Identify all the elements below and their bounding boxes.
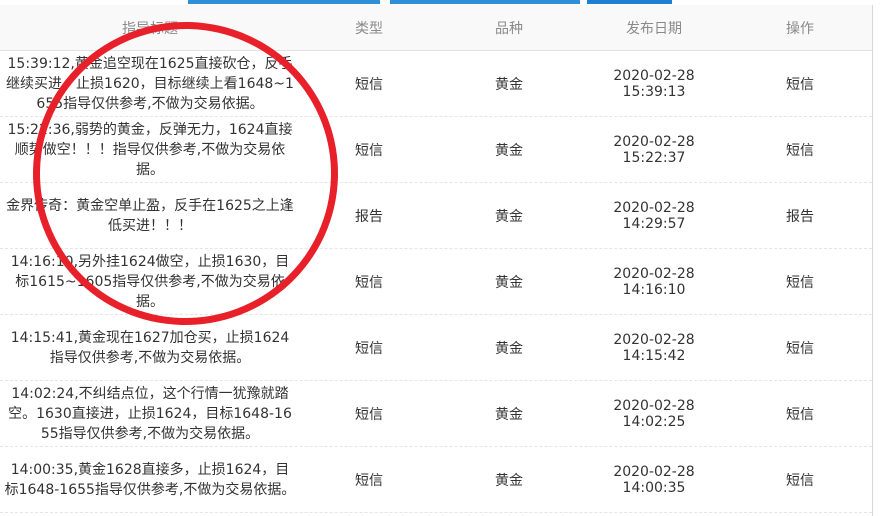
row-kind: 黄金 <box>495 406 523 423</box>
row-type: 报告 <box>355 208 383 225</box>
row-date: 2020-02-28 14:00:35 <box>613 463 695 496</box>
table-header: 指导标题 类型 品种 发布日期 操作 <box>0 5 872 51</box>
header-kind: 品种 <box>495 20 523 37</box>
row-op-link[interactable]: 短信 <box>728 140 872 160</box>
header-title: 指导标题 <box>122 20 178 37</box>
row-title[interactable]: 14:16:10,另外挂1624做空，止损1630，目标1615~1605指导仅… <box>0 252 300 312</box>
header-date: 发布日期 <box>626 20 682 37</box>
row-op-link[interactable]: 短信 <box>728 404 872 424</box>
top-tab-1[interactable] <box>188 0 380 4</box>
top-tab-2[interactable] <box>390 0 580 4</box>
row-title[interactable]: 14:00:35,黄金1628直接多，止损1624，目标1648-1655指导仅… <box>0 460 300 500</box>
row-date: 2020-02-28 14:16:10 <box>613 265 695 298</box>
row-type: 短信 <box>355 76 383 93</box>
row-title[interactable]: 14:15:41,黄金现在1627加仓买，止损1624指导仅供参考,不做为交易依… <box>0 328 300 368</box>
table-row: 14:15:41,黄金现在1627加仓买，止损1624指导仅供参考,不做为交易依… <box>0 315 872 381</box>
row-date: 2020-02-28 14:02:25 <box>613 397 695 430</box>
guidance-table: 指导标题 类型 品种 发布日期 操作 15:39:12,黄金追空现在1625直接… <box>0 5 873 516</box>
row-date: 2020-02-28 15:39:13 <box>613 67 695 100</box>
row-kind: 黄金 <box>495 142 523 159</box>
row-op-link[interactable]: 短信 <box>728 470 872 490</box>
row-kind: 黄金 <box>495 208 523 225</box>
page: 指导标题 类型 品种 发布日期 操作 15:39:12,黄金追空现在1625直接… <box>0 0 880 516</box>
table-row: 金界传奇：黄金空单止盈，反手在1625之上逢低买进！！！ 报告 黄金 2020-… <box>0 183 872 249</box>
row-title[interactable]: 金界传奇：黄金空单止盈，反手在1625之上逢低买进！！！ <box>0 196 300 236</box>
table-row: 14:02:24,不纠结点位，这个行情一犹豫就踏空。1630直接进，止损1624… <box>0 381 872 447</box>
row-date: 2020-02-28 14:15:42 <box>613 331 695 364</box>
row-op-link[interactable]: 短信 <box>728 272 872 292</box>
row-type: 短信 <box>355 406 383 423</box>
row-type: 短信 <box>355 142 383 159</box>
row-title[interactable]: 14:02:24,不纠结点位，这个行情一犹豫就踏空。1630直接进，止损1624… <box>0 384 300 444</box>
table-row: 14:16:10,另外挂1624做空，止损1630，目标1615~1605指导仅… <box>0 249 872 315</box>
row-op-link[interactable]: 短信 <box>728 74 872 94</box>
row-date: 2020-02-28 14:29:57 <box>613 199 695 232</box>
row-title[interactable]: 15:39:12,黄金追空现在1625直接砍仓，反手继续买进，止损1620，目标… <box>0 54 300 114</box>
row-type: 短信 <box>355 340 383 357</box>
row-date: 2020-02-28 15:22:37 <box>613 133 695 166</box>
table-row: 14:00:35,黄金1628直接多，止损1624，目标1648-1655指导仅… <box>0 447 872 513</box>
row-op-link[interactable]: 短信 <box>728 338 872 358</box>
row-type: 短信 <box>355 472 383 489</box>
row-type: 短信 <box>355 274 383 291</box>
header-type: 类型 <box>355 20 383 37</box>
table-row: 15:39:12,黄金追空现在1625直接砍仓，反手继续买进，止损1620，目标… <box>0 51 872 117</box>
table-row: 15:22:36,弱势的黄金，反弹无力，1624直接顺势做空！！！指导仅供参考,… <box>0 117 872 183</box>
row-kind: 黄金 <box>495 472 523 489</box>
row-kind: 黄金 <box>495 274 523 291</box>
row-kind: 黄金 <box>495 76 523 93</box>
row-op-link[interactable]: 报告 <box>728 206 872 226</box>
top-tab-3-active[interactable] <box>587 0 672 4</box>
row-kind: 黄金 <box>495 340 523 357</box>
header-op: 操作 <box>786 20 814 37</box>
row-title[interactable]: 15:22:36,弱势的黄金，反弹无力，1624直接顺势做空！！！指导仅供参考,… <box>0 120 300 180</box>
